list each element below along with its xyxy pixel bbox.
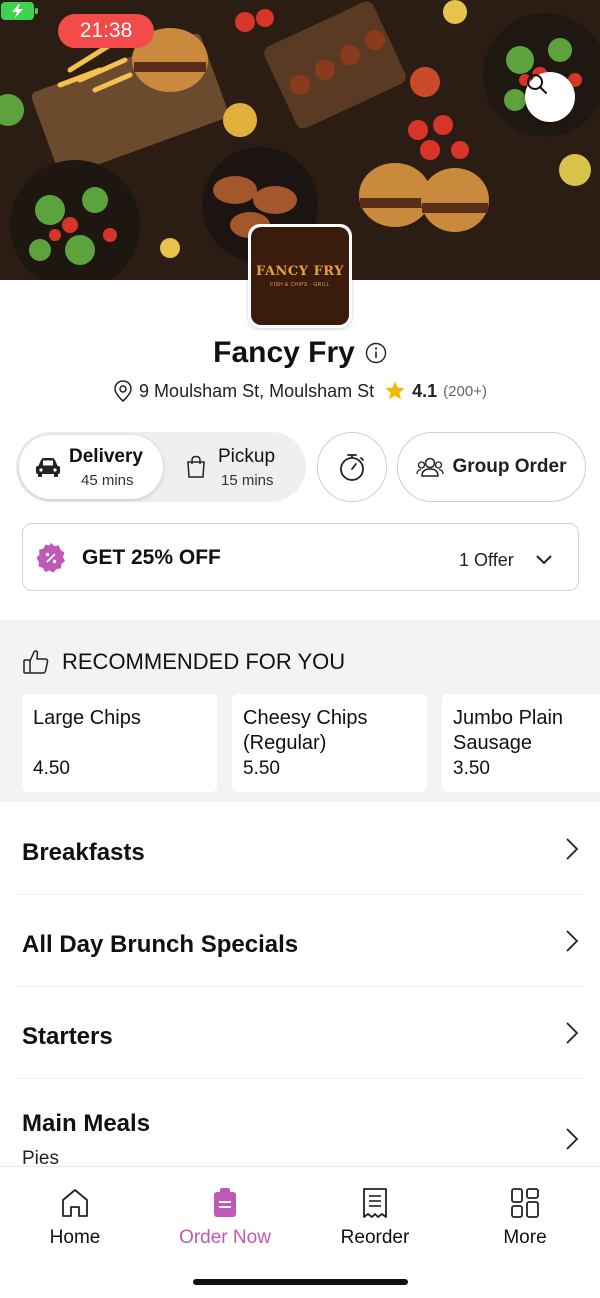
store-header: Fancy Fry — [0, 336, 600, 370]
nav-reorder[interactable]: Reorder — [300, 1187, 450, 1249]
logo-title: FANCY FRY — [255, 264, 344, 279]
nav-order-now-label: Order Now — [179, 1227, 271, 1248]
nav-more[interactable]: More — [450, 1187, 600, 1249]
group-order-button[interactable]: Group Order — [397, 432, 586, 502]
nav-order-now[interactable]: Order Now — [150, 1187, 300, 1249]
nav-reorder-label: Reorder — [340, 1227, 410, 1248]
category-row[interactable]: Starters — [16, 987, 585, 1079]
pickup-option[interactable]: Pickup 15 mins — [166, 435, 303, 499]
search-icon — [527, 74, 547, 94]
chevron-down-icon — [536, 555, 552, 565]
delivery-option[interactable]: Delivery 45 mins — [19, 435, 163, 499]
recommended-card[interactable]: Jumbo Plain Sausage 3.50 — [442, 694, 600, 792]
location-pin-icon — [114, 380, 132, 402]
recommended-item-name: Cheesy Chips (Regular) — [243, 707, 368, 754]
status-time: 21:38 — [58, 14, 154, 48]
chevron-right-icon — [566, 1022, 579, 1044]
store-logo: FANCY FRY FISH & CHIPS · GRILL — [248, 224, 352, 328]
schedule-button[interactable] — [317, 432, 387, 502]
store-address-row: 9 Moulsham St, Moulsham St 4.1 (200+) — [0, 380, 600, 402]
car-icon — [36, 458, 60, 477]
recommended-item-name: Jumbo Plain Sausage — [453, 707, 564, 754]
recommended-title: RECOMMENDED FOR YOU — [62, 649, 346, 674]
category-title: Main Meals — [22, 1110, 151, 1137]
recommended-item-price: 5.50 — [243, 758, 280, 779]
recommended-card[interactable]: Cheesy Chips (Regular) 5.50 — [232, 694, 427, 792]
order-bag-icon — [214, 1188, 236, 1217]
nav-home[interactable]: Home — [0, 1187, 150, 1249]
discount-badge-icon — [36, 543, 65, 573]
chevron-right-icon — [566, 930, 579, 952]
offer-count: 1 Offer — [459, 550, 514, 570]
order-mode-toggle: Delivery 45 mins Pickup 15 mins — [16, 432, 306, 502]
recommended-item-price: 3.50 — [453, 758, 490, 779]
home-indicator — [193, 1279, 408, 1285]
pickup-label: Pickup — [218, 446, 276, 467]
recommended-item-name: Large Chips — [33, 707, 141, 729]
battery-charging-icon — [1, 2, 38, 20]
search-button[interactable] — [525, 72, 575, 122]
nav-home-label: Home — [49, 1227, 101, 1248]
nav-more-label: More — [503, 1227, 547, 1248]
store-rating: 4.1 — [412, 380, 438, 401]
category-row[interactable]: All Day Brunch Specials — [16, 895, 585, 987]
category-title: All Day Brunch Specials — [22, 931, 299, 958]
chevron-right-icon — [566, 838, 579, 860]
recommended-card[interactable]: Large Chips 4.50 — [22, 694, 217, 792]
recommended-item-price: 4.50 — [33, 758, 70, 779]
delivery-time: 45 mins — [81, 472, 134, 489]
grid-icon — [511, 1188, 539, 1218]
chevron-right-icon — [566, 1128, 579, 1150]
home-icon — [62, 1189, 88, 1217]
category-title: Breakfasts — [22, 839, 145, 866]
shopping-bag-icon — [187, 455, 205, 478]
group-order-label: Group Order — [452, 456, 567, 477]
logo-subtitle: FISH & CHIPS · GRILL — [270, 282, 330, 288]
category-title: Starters — [22, 1023, 113, 1050]
store-address: 9 Moulsham St, Moulsham St — [139, 380, 375, 401]
stopwatch-icon — [340, 454, 364, 481]
receipt-icon — [363, 1188, 387, 1218]
star-icon — [385, 381, 405, 400]
recommended-section: RECOMMENDED FOR YOU Large Chips 4.50 Che… — [0, 620, 600, 802]
offer-banner[interactable]: GET 25% OFF 1 Offer — [22, 523, 579, 591]
store-name: Fancy Fry — [213, 336, 355, 369]
thumbs-up-icon — [23, 650, 49, 674]
group-icon — [416, 457, 445, 477]
delivery-label: Delivery — [69, 446, 143, 467]
pickup-time: 15 mins — [221, 472, 274, 489]
recommended-carousel[interactable]: Large Chips 4.50 Cheesy Chips (Regular) … — [22, 694, 600, 792]
store-rating-count: (200+) — [443, 382, 487, 400]
offer-title: GET 25% OFF — [82, 546, 221, 569]
recommended-header: RECOMMENDED FOR YOU — [22, 648, 345, 676]
category-row[interactable]: Breakfasts — [16, 803, 585, 895]
category-row[interactable]: Main Meals Pies — [16, 1079, 585, 1169]
info-icon[interactable] — [365, 342, 387, 364]
